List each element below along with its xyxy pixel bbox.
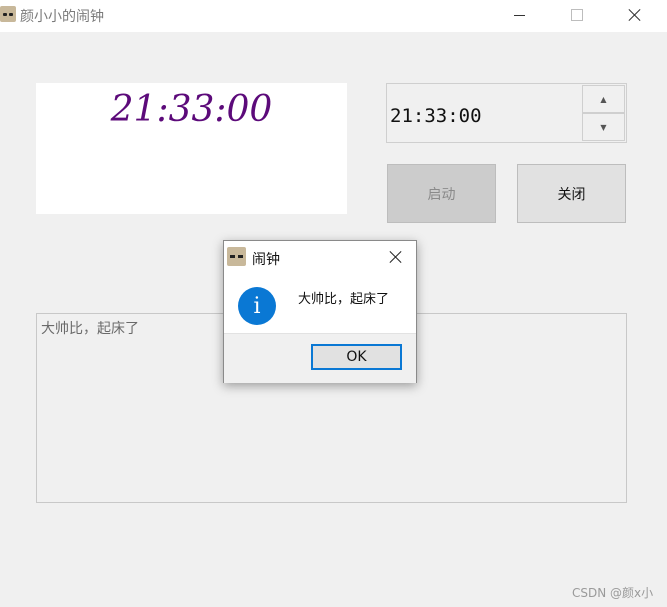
minimize-icon [513,14,525,16]
dialog-footer: OK [224,333,416,383]
message-text: 大帅比，起床了 [41,321,139,337]
ok-button[interactable]: OK [311,344,402,370]
title-bar: 颜小小的闹钟 [0,0,667,32]
start-button[interactable]: 启动 [387,164,496,223]
window-title: 颜小小的闹钟 [20,9,104,25]
clock-time: 21:33:00 [110,89,273,130]
spin-down-button[interactable]: ▼ [582,113,625,141]
arrow-down-icon: ▼ [600,122,607,132]
spin-up-button[interactable]: ▲ [582,85,625,113]
alarm-dialog: 闹钟 i 大帅比，起床了 OK [223,240,417,383]
maximize-icon [571,9,583,21]
window-close-button[interactable] [612,0,658,30]
info-icon: i [238,287,276,325]
alarm-time-value[interactable]: 21:33:00 [390,105,482,127]
clock-display-panel: 21:33:00 [36,83,347,214]
minimize-button[interactable] [496,0,542,30]
close-icon [628,8,642,22]
alarm-time-edit[interactable]: 21:33:00 ▲ ▼ [386,83,627,143]
bear-avatar-icon [0,6,16,22]
dialog-title: 闹钟 [252,252,280,268]
close-button[interactable]: 关闭 [517,164,626,223]
maximize-button[interactable] [554,0,600,30]
dialog-close-button[interactable] [382,247,410,267]
close-icon [389,250,403,264]
arrow-up-icon: ▲ [600,94,607,104]
bear-avatar-icon [227,247,246,266]
dialog-message: 大帅比，起床了 [298,292,390,307]
watermark: CSDN @颜x小 [572,586,654,600]
